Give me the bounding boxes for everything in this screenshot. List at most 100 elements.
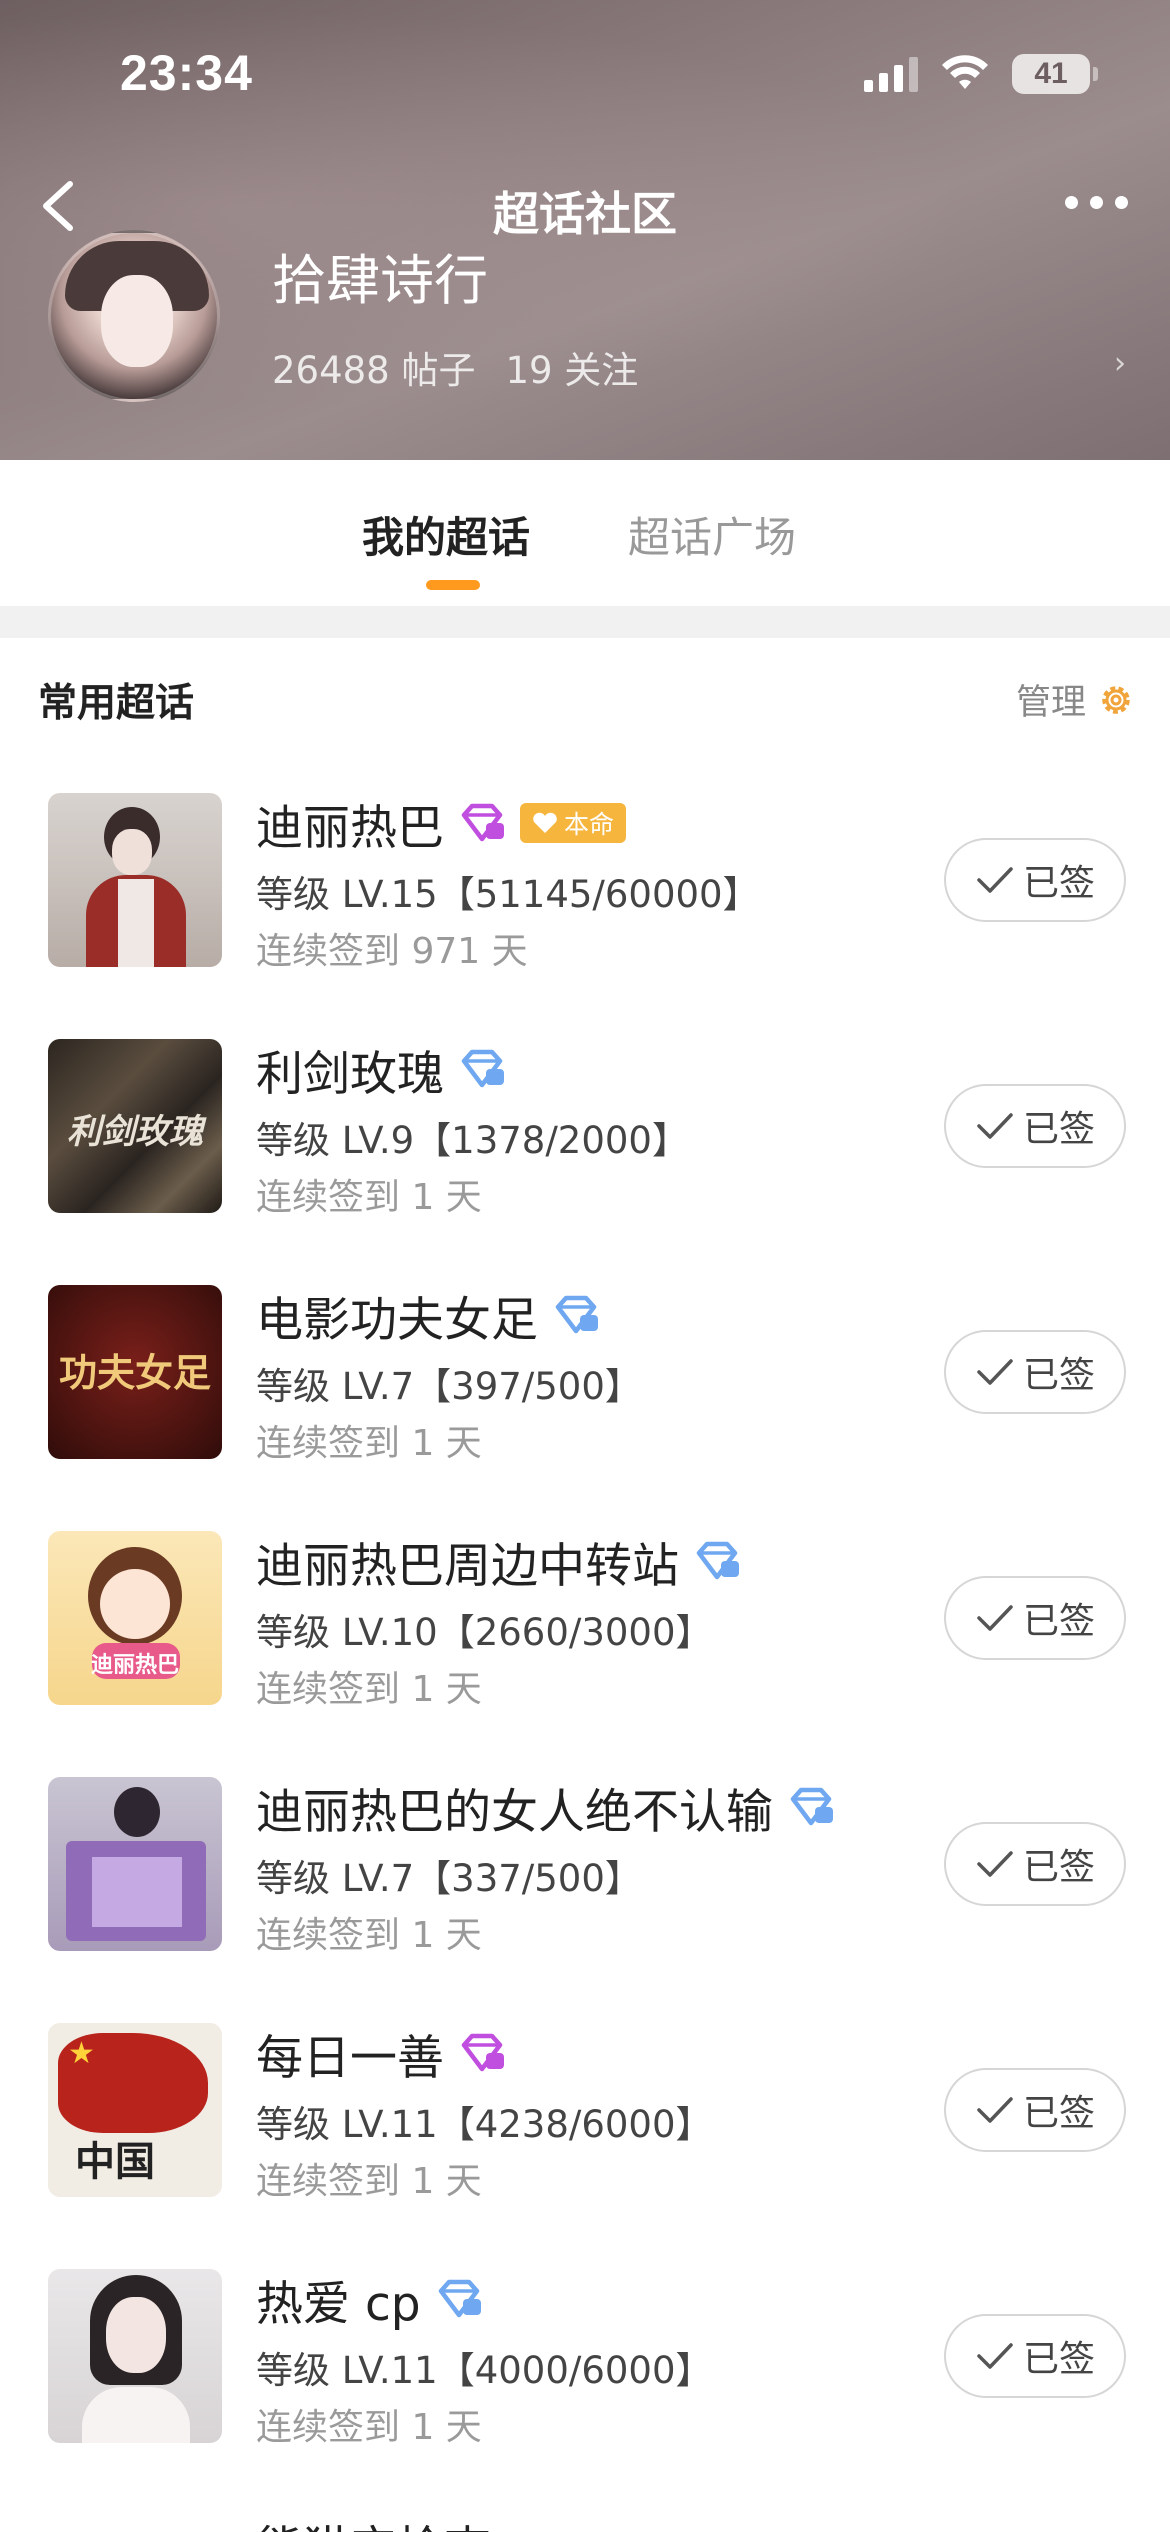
- supertopic-thumbnail: [48, 2269, 222, 2443]
- more-options-icon[interactable]: [1065, 196, 1128, 209]
- level-text: 等级 LV.7【337/500】: [256, 1857, 642, 1900]
- checkmark-icon: [977, 1605, 1013, 1631]
- supertopic-thumbnail: 功夫女足: [48, 1285, 222, 1459]
- thumbnail-caption: 利剑玫瑰: [67, 1112, 203, 1152]
- blue-diamond-badge-icon: [555, 1295, 598, 1334]
- wifi-icon: [942, 55, 988, 89]
- status-time: 23:34: [120, 45, 253, 101]
- list-item[interactable]: ★ 中国 每日一善 等级 LV.11【4238/6000】 连续签到 1 天 已…: [0, 2020, 1170, 2220]
- level-text: 等级 LV.11【4238/6000】: [256, 2103, 713, 2146]
- blue-diamond-badge-icon: [696, 1541, 739, 1580]
- posts-count: 26488 帖子: [272, 349, 476, 392]
- blue-diamond-badge-icon: [790, 1787, 833, 1826]
- status-bar-icons: 41: [864, 54, 1098, 94]
- thumbnail-caption: 迪丽热巴: [90, 1652, 179, 1678]
- checkmark-icon: [977, 1113, 1013, 1139]
- chevron-right-icon[interactable]: ›: [1114, 346, 1126, 381]
- divider: [0, 606, 1170, 638]
- checkin-streak: 连续签到 1 天: [256, 1423, 482, 1464]
- tab-supertopic-square[interactable]: 超话广场: [628, 504, 796, 565]
- supertopic-name: 迪丽热巴的女人绝不认输: [256, 1784, 773, 1840]
- checkin-streak: 连续签到 1 天: [256, 1669, 482, 1710]
- purple-diamond-badge-icon: [461, 803, 504, 842]
- supertopic-thumbnail: [48, 793, 222, 967]
- signed-in-label: 已签: [1022, 1601, 1095, 1642]
- section-title: 常用超话: [38, 681, 195, 726]
- checkin-streak: 连续签到 971 天: [256, 931, 528, 972]
- thumbnail-caption: 功夫女足: [58, 1350, 211, 1395]
- supertopic-thumbnail: [48, 1777, 222, 1951]
- profile-stats[interactable]: 26488 帖子 19 关注: [272, 340, 638, 394]
- page-title: 超话社区: [493, 187, 677, 241]
- blue-diamond-badge-icon: [438, 2279, 481, 2318]
- manage-label: 管理: [1015, 683, 1086, 723]
- item-title-row: 迪丽热巴的女人绝不认输: [256, 1774, 835, 1840]
- checkmark-icon: [977, 1851, 1013, 1877]
- purple-diamond-badge-icon: [461, 2033, 504, 2072]
- cellular-signal-icon: [864, 56, 918, 92]
- signed-in-label: 已签: [1022, 2339, 1095, 2380]
- gear-icon: [1102, 685, 1130, 714]
- supertopic-name: 热爱 cp: [256, 2276, 421, 2332]
- avatar[interactable]: [48, 230, 220, 402]
- signed-in-button[interactable]: 已签: [944, 1330, 1126, 1414]
- list-item[interactable]: 迪丽热巴的女人绝不认输 等级 LV.7【337/500】 连续签到 1 天 已签: [0, 1774, 1170, 1974]
- list-item[interactable]: 利剑玫瑰 利剑玫瑰 等级 LV.9【1378/2000】 连续签到 1 天 已签: [0, 1036, 1170, 1236]
- signed-in-button[interactable]: 已签: [944, 2314, 1126, 2398]
- list-item[interactable]: 功夫女足 电影功夫女足 等级 LV.7【397/500】 连续签到 1 天 已签: [0, 1282, 1170, 1482]
- item-title-row: 迪丽热巴周边中转站: [256, 1528, 741, 1594]
- active-tab-indicator: [426, 580, 480, 590]
- supertopic-thumbnail: 迪丽热巴: [48, 1531, 222, 1705]
- level-text: 等级 LV.15【51145/60000】: [256, 873, 760, 916]
- item-title-row: 每日一善: [256, 2020, 506, 2086]
- profile-name[interactable]: 拾肆诗行: [272, 236, 488, 315]
- checkmark-icon: [977, 2343, 1013, 2369]
- item-title-row: 电影功夫女足: [256, 1282, 600, 1348]
- item-title-row: 利剑玫瑰: [256, 1036, 506, 1102]
- follows-count: 19 关注: [505, 349, 639, 392]
- checkin-streak: 连续签到 1 天: [256, 1177, 482, 1218]
- signed-in-button[interactable]: 已签: [944, 838, 1126, 922]
- supertopic-name: 利剑玫瑰: [256, 1046, 444, 1102]
- manage-button[interactable]: 管理: [1016, 674, 1136, 725]
- level-text: 等级 LV.9【1378/2000】: [256, 1119, 689, 1162]
- signed-in-button[interactable]: 已签: [944, 1576, 1126, 1660]
- signed-in-button[interactable]: 已签: [944, 1822, 1126, 1906]
- benming-badge: 本命: [520, 803, 627, 843]
- thumbnail-caption: 中国: [75, 2138, 155, 2185]
- tab-my-supertopics[interactable]: 我的超话: [362, 504, 530, 565]
- supertopic-thumbnail: 利剑玫瑰: [48, 1039, 222, 1213]
- item-title-row: 迪丽热巴 本命: [256, 790, 627, 856]
- level-text: 等级 LV.7【397/500】: [256, 1365, 642, 1408]
- battery-icon: 41: [1012, 54, 1098, 94]
- supertopic-header: 23:34 41 超话社区 拾肆诗行 26488 帖子 19 关注 ›: [0, 0, 1170, 460]
- checkmark-icon: [977, 1359, 1013, 1385]
- list-item[interactable]: 热爱 cp 等级 LV.11【4000/6000】 连续签到 1 天 已签: [0, 2266, 1170, 2466]
- tab-bar: 我的超话 超话广场: [0, 460, 1170, 606]
- checkin-streak: 连续签到 1 天: [256, 1915, 482, 1956]
- supertopic-name: 电影功夫女足: [256, 1292, 538, 1348]
- supertopic-name: 迪丽热巴周边中转站: [256, 1538, 679, 1594]
- item-title-row: 热爱 cp: [256, 2266, 483, 2332]
- blue-diamond-badge-icon: [461, 1049, 504, 1088]
- signed-in-button[interactable]: 已签: [944, 1084, 1126, 1168]
- supertopic-name: 每日一善: [256, 2030, 444, 2086]
- checkmark-icon: [977, 867, 1013, 893]
- checkmark-icon: [977, 2097, 1013, 2123]
- list-item[interactable]: 迪丽热巴 迪丽热巴周边中转站 等级 LV.10【2660/3000】 连续签到 …: [0, 1528, 1170, 1728]
- benming-label: 本命: [564, 810, 615, 839]
- signed-in-label: 已签: [1022, 1847, 1095, 1888]
- signed-in-label: 已签: [1022, 2093, 1095, 2134]
- signed-in-button[interactable]: 已签: [944, 2068, 1126, 2152]
- supertopic-thumbnail: ★ 中国: [48, 2023, 222, 2197]
- signed-in-label: 已签: [1022, 1109, 1095, 1150]
- supertopic-name-partial[interactable]: 熊猫宝检查: [256, 2510, 491, 2532]
- checkin-streak: 连续签到 1 天: [256, 2407, 482, 2448]
- checkin-streak: 连续签到 1 天: [256, 2161, 482, 2202]
- supertopic-name: 迪丽热巴: [256, 800, 444, 856]
- list-item[interactable]: 迪丽热巴 本命 等级 LV.15【51145/60000】 连续签到 971 天…: [0, 790, 1170, 990]
- heart-icon: [533, 812, 557, 833]
- signed-in-label: 已签: [1022, 863, 1095, 904]
- signed-in-label: 已签: [1022, 1355, 1095, 1396]
- level-text: 等级 LV.10【2660/3000】: [256, 1611, 713, 1654]
